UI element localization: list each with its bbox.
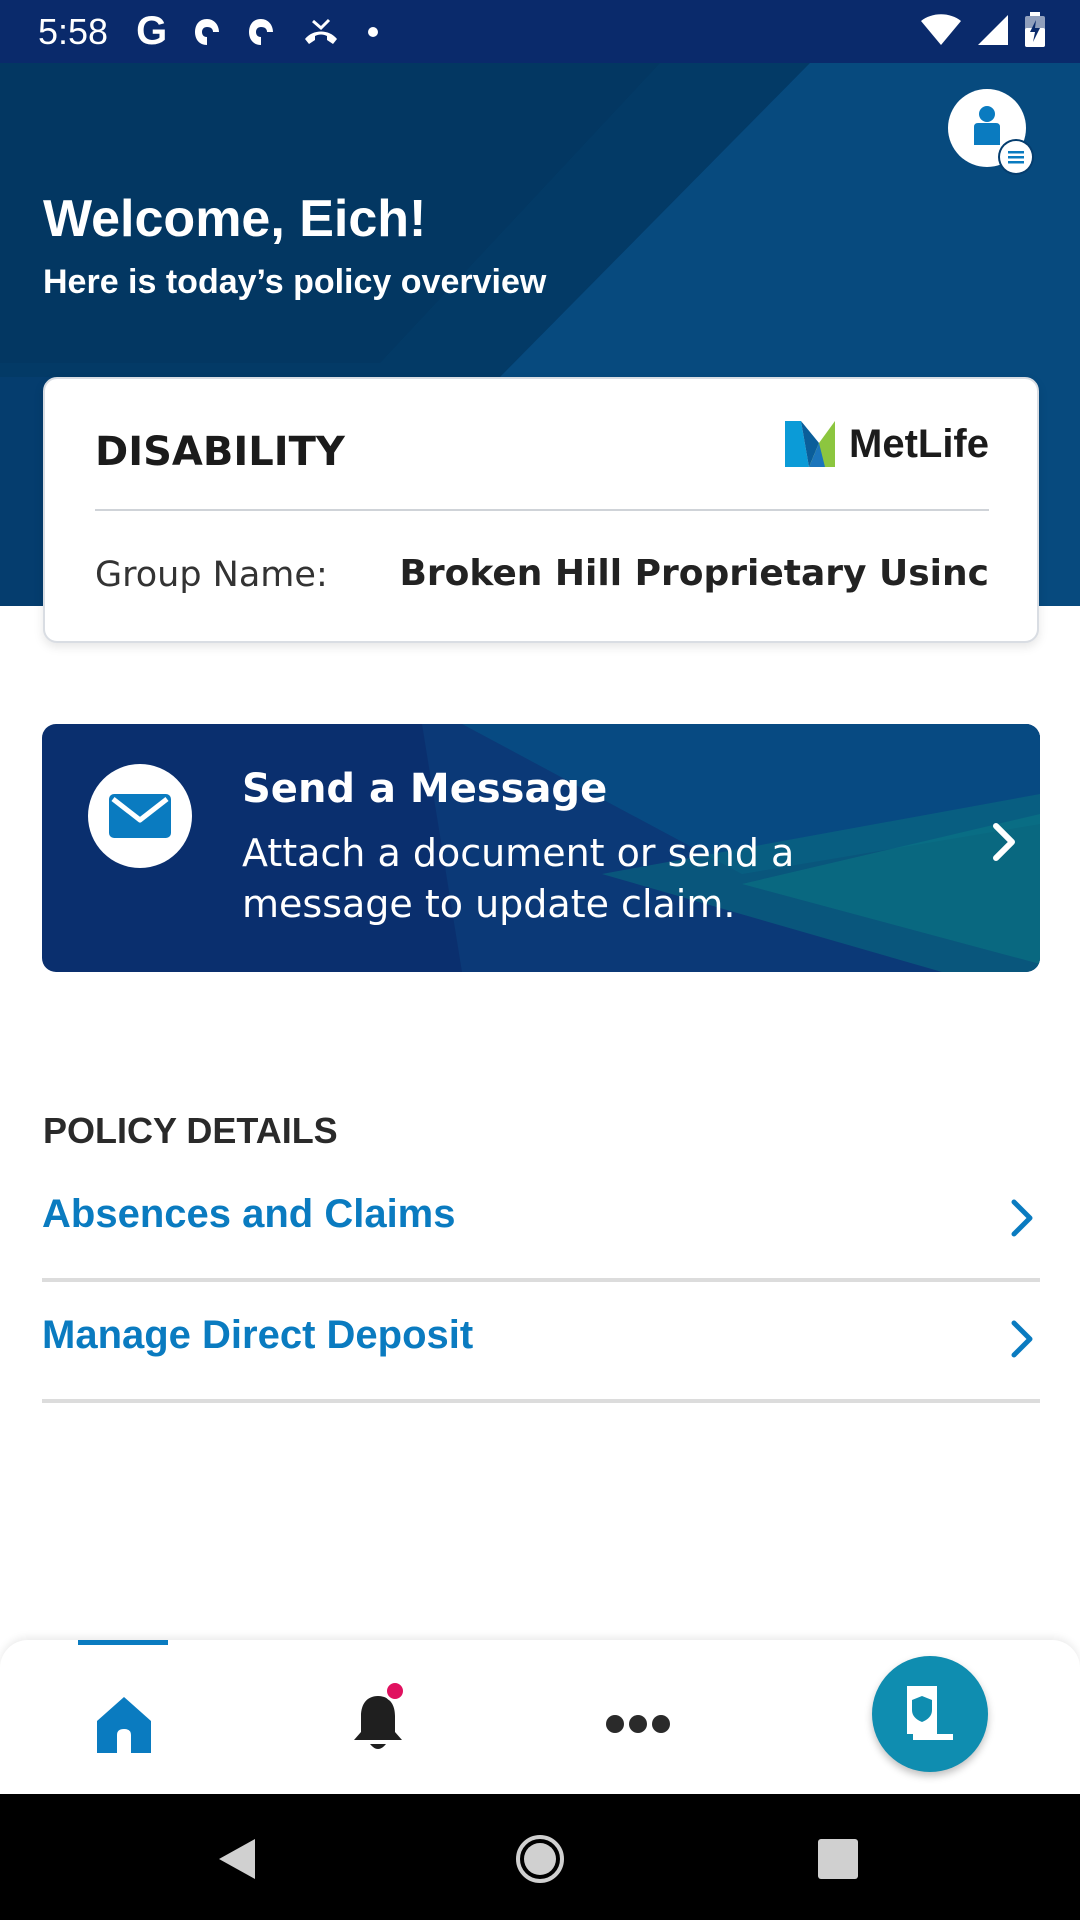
send-message-title: Send a Message: [242, 766, 608, 812]
id-card-button[interactable]: [872, 1656, 988, 1772]
status-right: [920, 0, 1046, 63]
metlife-logo: MetLife: [785, 421, 989, 467]
nav-notifications[interactable]: [338, 1680, 418, 1764]
send-message-description: Attach a document or send a message to u…: [242, 831, 795, 926]
nav-home[interactable]: [84, 1684, 164, 1764]
recents-button[interactable]: [803, 1824, 873, 1894]
group-name-label: Group Name:: [95, 555, 328, 595]
active-tab-indicator: [78, 1640, 168, 1645]
metlife-m-icon: [785, 421, 835, 467]
detail-row-label: Absences and Claims: [42, 1192, 456, 1236]
manage-direct-deposit-link[interactable]: Manage Direct Deposit: [42, 1283, 1040, 1403]
chevron-right-icon: [1011, 1199, 1033, 1237]
more-icon: [606, 1715, 670, 1733]
app-screen: 5:58 G Welcome, Eich! Here is today’s po…: [0, 0, 1080, 1920]
chevron-right-icon: [1011, 1320, 1033, 1358]
id-card-icon: [907, 1686, 953, 1740]
profile-menu-icon: [974, 106, 1000, 145]
home-circle-icon: [516, 1835, 564, 1883]
group-name-value: Broken Hill Proprietary Usinc: [399, 553, 989, 594]
status-bar: 5:58 G: [0, 0, 1080, 63]
home-icon: [97, 1697, 151, 1753]
pager-icon: [193, 17, 221, 47]
card-divider: [95, 509, 989, 511]
pager-icon: [247, 17, 275, 47]
profile-menu-button[interactable]: [948, 89, 1032, 173]
absences-and-claims-link[interactable]: Absences and Claims: [42, 1162, 1040, 1282]
wifi-icon: [920, 13, 962, 51]
welcome-heading: Welcome, Eich!: [43, 190, 427, 248]
bottom-navigation: [0, 1640, 1080, 1794]
missed-call-icon: [301, 17, 341, 47]
battery-icon: [1024, 11, 1046, 52]
policy-card[interactable]: DISABILITY MetLife Group Name: Broken Hi…: [43, 377, 1039, 643]
send-message-banner[interactable]: Send a Message Attach a document or send…: [42, 724, 1040, 972]
detail-row-label: Manage Direct Deposit: [42, 1313, 474, 1357]
recents-square-icon: [818, 1839, 858, 1879]
back-button[interactable]: [202, 1824, 272, 1894]
policy-details-heading: POLICY DETAILS: [43, 1110, 338, 1151]
signal-icon: [976, 13, 1010, 51]
back-triangle-icon: [219, 1839, 255, 1879]
system-navigation-bar: [0, 1794, 1080, 1920]
chevron-right-icon: [993, 823, 1015, 861]
menu-lines-icon: [1000, 141, 1032, 173]
google-icon: G: [136, 9, 168, 53]
metlife-wordmark: MetLife: [849, 421, 989, 466]
status-time: 5:58: [38, 10, 109, 52]
mail-icon-circle: [88, 764, 192, 868]
dot-icon: [367, 26, 379, 38]
welcome-subtitle: Here is today’s policy overview: [43, 263, 547, 301]
mail-icon: [109, 794, 171, 838]
home-system-button[interactable]: [505, 1824, 575, 1894]
nav-more[interactable]: [598, 1684, 678, 1764]
notification-badge: [384, 1680, 406, 1702]
policy-type: DISABILITY: [95, 429, 345, 475]
